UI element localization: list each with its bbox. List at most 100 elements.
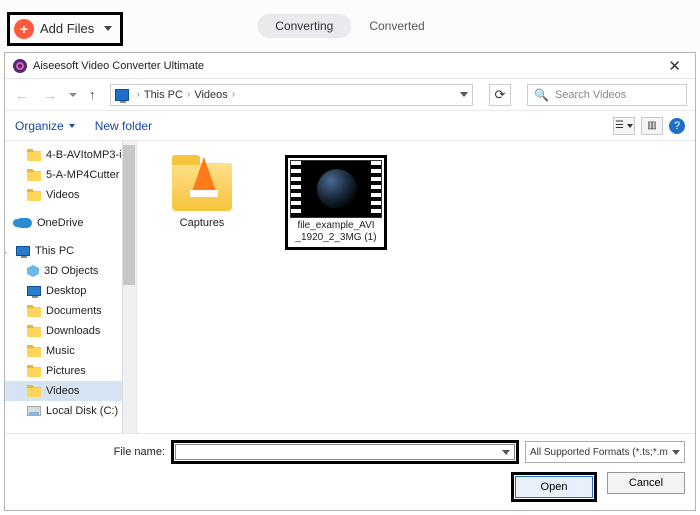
pc-icon	[16, 246, 30, 256]
disk-icon	[27, 406, 41, 416]
close-button[interactable]: ✕	[662, 57, 687, 75]
sidebar-scrollbar[interactable]	[122, 141, 136, 433]
dialog-titlebar: Aiseesoft Video Converter Ultimate ✕	[5, 53, 695, 79]
file-type-filter[interactable]: All Supported Formats (*.ts;*.m	[525, 441, 685, 463]
chevron-right-icon: ›	[232, 89, 235, 100]
plus-icon: +	[14, 19, 34, 39]
dialog-bottom: File name: All Supported Formats (*.ts;*…	[5, 433, 695, 510]
sidebar-item-label: Local Disk (C:)	[46, 405, 118, 417]
chevron-right-icon: ›	[187, 89, 190, 100]
sidebar-item-folder[interactable]: Videos	[5, 185, 136, 205]
sidebar-item-music[interactable]: Music	[5, 341, 136, 361]
sidebar-item-label: Desktop	[46, 285, 86, 297]
sidebar-item-downloads[interactable]: Downloads	[5, 321, 136, 341]
sidebar-item-label: This PC	[35, 245, 74, 257]
sidebar-item-folder[interactable]: 5-A-MP4Cutter	[5, 165, 136, 185]
folder-icon	[27, 365, 41, 377]
folder-icon	[27, 325, 41, 337]
view-mode-button[interactable]: ☰	[613, 117, 635, 135]
sidebar-item-local-disk[interactable]: Local Disk (C:)	[5, 401, 136, 421]
breadcrumb-pc[interactable]: This PC	[144, 89, 183, 101]
folder-icon	[27, 169, 41, 181]
search-placeholder: Search Videos	[555, 89, 626, 101]
app-topbar: + Add Files Converting Converted	[0, 0, 700, 52]
breadcrumb-videos[interactable]: Videos	[194, 89, 227, 101]
filename-input[interactable]	[175, 444, 515, 460]
sidebar-item-this-pc[interactable]: ⌄This PC	[5, 241, 136, 261]
help-button[interactable]: ?	[669, 118, 685, 134]
search-input[interactable]: 🔍 Search Videos	[527, 84, 687, 106]
sidebar-item-folder[interactable]: 4-B-AVItoMP3-i	[5, 145, 136, 165]
open-button-highlight: Open	[511, 472, 597, 502]
app-logo-icon	[13, 59, 27, 73]
sidebar-item-label: 5-A-MP4Cutter	[46, 169, 119, 181]
vlc-cone-icon	[190, 157, 218, 197]
file-type-label: All Supported Formats (*.ts;*.m	[530, 447, 668, 458]
folder-icon	[27, 149, 41, 161]
video-thumbnail	[290, 160, 382, 218]
caret-down-icon	[69, 124, 75, 128]
sidebar-item-label: Documents	[46, 305, 102, 317]
sidebar-item-label: OneDrive	[37, 217, 83, 229]
file-open-dialog: Aiseesoft Video Converter Ultimate ✕ ← →…	[4, 52, 696, 511]
sidebar-item-label: Music	[46, 345, 75, 357]
onedrive-icon	[16, 218, 32, 228]
nav-history-caret-icon[interactable]	[69, 93, 77, 97]
open-button[interactable]: Open	[515, 476, 593, 498]
thumbnail-image	[317, 169, 357, 209]
sidebar-item-desktop[interactable]: Desktop	[5, 281, 136, 301]
folder-label: Captures	[180, 217, 225, 229]
nav-forward-button[interactable]: →	[41, 87, 59, 103]
add-files-label: Add Files	[40, 21, 94, 36]
folder-icon	[27, 345, 41, 357]
folder-icon	[172, 163, 232, 211]
refresh-button[interactable]: ⟳	[489, 84, 511, 106]
dialog-title: Aiseesoft Video Converter Ultimate	[33, 60, 662, 72]
desktop-icon	[27, 286, 41, 296]
film-sprocket-icon	[371, 161, 381, 217]
folder-icon	[27, 305, 41, 317]
sidebar-item-label: 4-B-AVItoMP3-i	[46, 149, 122, 161]
caret-down-icon	[627, 124, 633, 128]
film-sprocket-icon	[291, 161, 301, 217]
search-icon: 🔍	[534, 88, 549, 102]
sidebar[interactable]: 4-B-AVItoMP3-i 5-A-MP4Cutter Videos ›One…	[5, 141, 137, 433]
folder-item-captures[interactable]: Captures	[147, 155, 257, 229]
file-list-pane[interactable]: Captures file_example_AVI_1920_2_3MG (1)	[137, 141, 695, 433]
pc-icon	[115, 89, 129, 101]
filename-input-highlight	[171, 440, 519, 464]
main-tabs: Converting Converted	[257, 14, 442, 38]
organize-label: Organize	[15, 119, 64, 133]
scrollbar-thumb[interactable]	[123, 145, 135, 285]
sidebar-item-label: Pictures	[46, 365, 86, 377]
sidebar-item-3d-objects[interactable]: 3D Objects	[5, 261, 136, 281]
organize-button[interactable]: Organize	[15, 119, 75, 133]
sidebar-item-documents[interactable]: Documents	[5, 301, 136, 321]
caret-down-icon[interactable]	[502, 450, 510, 455]
sidebar-item-onedrive[interactable]: ›OneDrive	[5, 213, 136, 233]
preview-pane-button[interactable]: ▥	[641, 117, 663, 135]
nav-back-button[interactable]: ←	[13, 87, 31, 103]
chevron-right-icon: ›	[137, 89, 140, 100]
filename-label: File name:	[15, 446, 165, 458]
sidebar-item-label: Downloads	[46, 325, 100, 337]
toolbar-row: Organize New folder ☰ ▥ ?	[5, 111, 695, 141]
cube-icon	[27, 265, 39, 277]
file-item-video-selected[interactable]: file_example_AVI_1920_2_3MG (1)	[285, 155, 387, 250]
tab-converting[interactable]: Converting	[257, 14, 351, 38]
breadcrumb[interactable]: › This PC › Videos ›	[110, 84, 474, 106]
sidebar-item-label: Videos	[46, 189, 79, 201]
sidebar-item-pictures[interactable]: Pictures	[5, 361, 136, 381]
tab-converted[interactable]: Converted	[351, 14, 442, 38]
sidebar-item-label: Videos	[46, 385, 79, 397]
file-label: file_example_AVI_1920_2_3MG (1)	[295, 220, 376, 243]
add-files-button[interactable]: + Add Files	[7, 12, 123, 46]
breadcrumb-dropdown-icon[interactable]	[460, 92, 468, 97]
nav-row: ← → ↑ › This PC › Videos › ⟳ 🔍 Search Vi…	[5, 79, 695, 111]
sidebar-item-videos[interactable]: Videos	[5, 381, 136, 401]
folder-icon	[27, 189, 41, 201]
new-folder-button[interactable]: New folder	[95, 119, 152, 133]
cancel-button[interactable]: Cancel	[607, 472, 685, 494]
sidebar-item-network[interactable]: ›Network	[5, 429, 136, 433]
nav-up-button[interactable]: ↑	[87, 87, 98, 102]
